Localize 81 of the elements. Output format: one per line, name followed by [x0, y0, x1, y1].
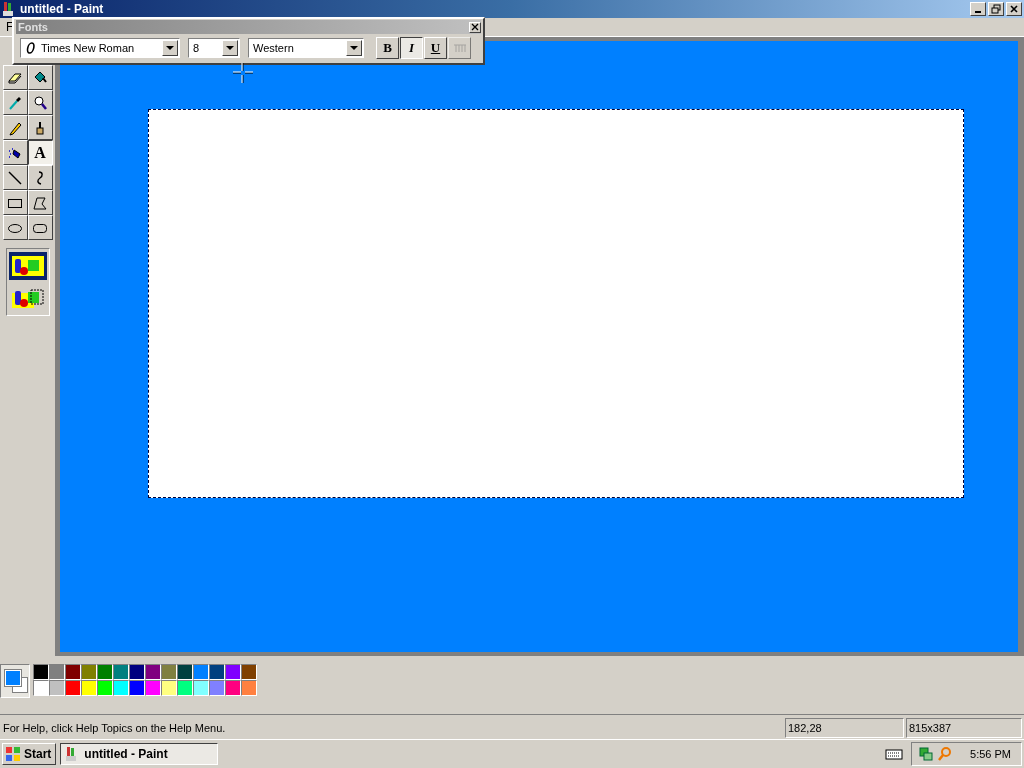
- color-swatch[interactable]: [65, 664, 81, 680]
- color-swatch[interactable]: [161, 664, 177, 680]
- paint-icon: [2, 1, 16, 17]
- start-button[interactable]: Start: [2, 743, 57, 765]
- color-swatch[interactable]: [209, 664, 225, 680]
- image-size: 815x387: [906, 718, 1022, 738]
- airbrush-tool[interactable]: [2, 140, 28, 165]
- rect-tool[interactable]: [2, 190, 28, 215]
- curve-tool[interactable]: [27, 165, 53, 190]
- color-swatch[interactable]: [33, 680, 49, 696]
- roundrect-tool[interactable]: [27, 215, 53, 240]
- eraser-tool[interactable]: [2, 65, 28, 90]
- opaque-background-icon: [10, 255, 45, 277]
- picker-icon: [7, 94, 23, 111]
- taskbar-button[interactable]: untitled - Paint: [60, 743, 219, 765]
- font-size-dropdown[interactable]: 8: [188, 38, 240, 58]
- keyboard-icon[interactable]: [885, 747, 904, 761]
- line-tool[interactable]: [2, 165, 28, 190]
- color-swatch[interactable]: [225, 664, 241, 680]
- status-help-text: For Help, click Help Topics on the Help Menu.: [2, 721, 227, 736]
- script-dropdown[interactable]: Western: [248, 38, 364, 58]
- window-title: untitled - Paint: [20, 2, 104, 16]
- color-swatch[interactable]: [49, 680, 65, 696]
- close-button[interactable]: [1006, 2, 1022, 16]
- color-swatch[interactable]: [145, 680, 161, 696]
- color-swatch[interactable]: [209, 680, 225, 696]
- color-swatch[interactable]: [113, 680, 129, 696]
- color-swatch[interactable]: [177, 680, 193, 696]
- pencil-tool[interactable]: [2, 115, 28, 140]
- color-swatch[interactable]: [177, 664, 193, 680]
- color-swatch[interactable]: [97, 664, 113, 680]
- minimize-button[interactable]: [970, 2, 986, 16]
- magnifier-tool[interactable]: [27, 90, 53, 115]
- color-swatch[interactable]: [33, 664, 49, 680]
- font-name: Times New Roman: [41, 42, 136, 54]
- color-swatch[interactable]: [145, 664, 161, 680]
- transparent-background-icon: [10, 287, 45, 309]
- vertical-text-icon: [452, 43, 467, 53]
- polygon-tool[interactable]: [27, 190, 53, 215]
- restore-icon: [991, 4, 1001, 14]
- restore-button[interactable]: [988, 2, 1004, 16]
- picker-tool[interactable]: [2, 90, 28, 115]
- color-swatch[interactable]: [81, 664, 97, 680]
- close-icon: [1009, 4, 1019, 14]
- opaque-option[interactable]: [8, 252, 47, 280]
- color-swatch[interactable]: [129, 680, 145, 696]
- color-swatch[interactable]: [81, 680, 97, 696]
- font-size: 8: [193, 42, 201, 54]
- opentype-icon: [25, 42, 37, 54]
- color-swatch[interactable]: [113, 664, 129, 680]
- font-name-dropdown[interactable]: Times New Roman: [20, 38, 180, 58]
- color-swatch[interactable]: [241, 664, 257, 680]
- magnifier-icon: [32, 94, 48, 111]
- color-swatch[interactable]: [129, 664, 145, 680]
- bold-button[interactable]: B: [376, 37, 399, 59]
- cursor-position: 182,28: [785, 718, 904, 738]
- text-tool[interactable]: A: [27, 140, 53, 165]
- polygon-icon: [32, 194, 48, 211]
- color-swatch[interactable]: [161, 680, 177, 696]
- color-selector[interactable]: [0, 664, 30, 698]
- clock: 5:56 PM: [970, 748, 1011, 760]
- toolbar-title: Fonts: [18, 21, 48, 33]
- color-swatch[interactable]: [193, 664, 209, 680]
- color-swatch[interactable]: [49, 664, 65, 680]
- line-icon: [7, 169, 23, 186]
- italic-button[interactable]: I: [400, 37, 423, 59]
- color-swatch[interactable]: [225, 680, 241, 696]
- font-script: Western: [253, 42, 295, 54]
- color-swatch[interactable]: [97, 680, 113, 696]
- color-swatch[interactable]: [65, 680, 81, 696]
- close-button[interactable]: [469, 21, 481, 33]
- color-swatch[interactable]: [241, 680, 257, 696]
- close-icon: [471, 23, 479, 31]
- underline-button[interactable]: U: [424, 37, 447, 59]
- brush-tool[interactable]: [27, 115, 53, 140]
- fill-tool[interactable]: [27, 65, 53, 90]
- minimize-icon: [974, 11, 981, 13]
- network-icon[interactable]: [918, 746, 935, 762]
- windows-flag-icon: [5, 746, 21, 762]
- color-swatch[interactable]: [193, 680, 209, 696]
- ellipse-tool[interactable]: [2, 215, 28, 240]
